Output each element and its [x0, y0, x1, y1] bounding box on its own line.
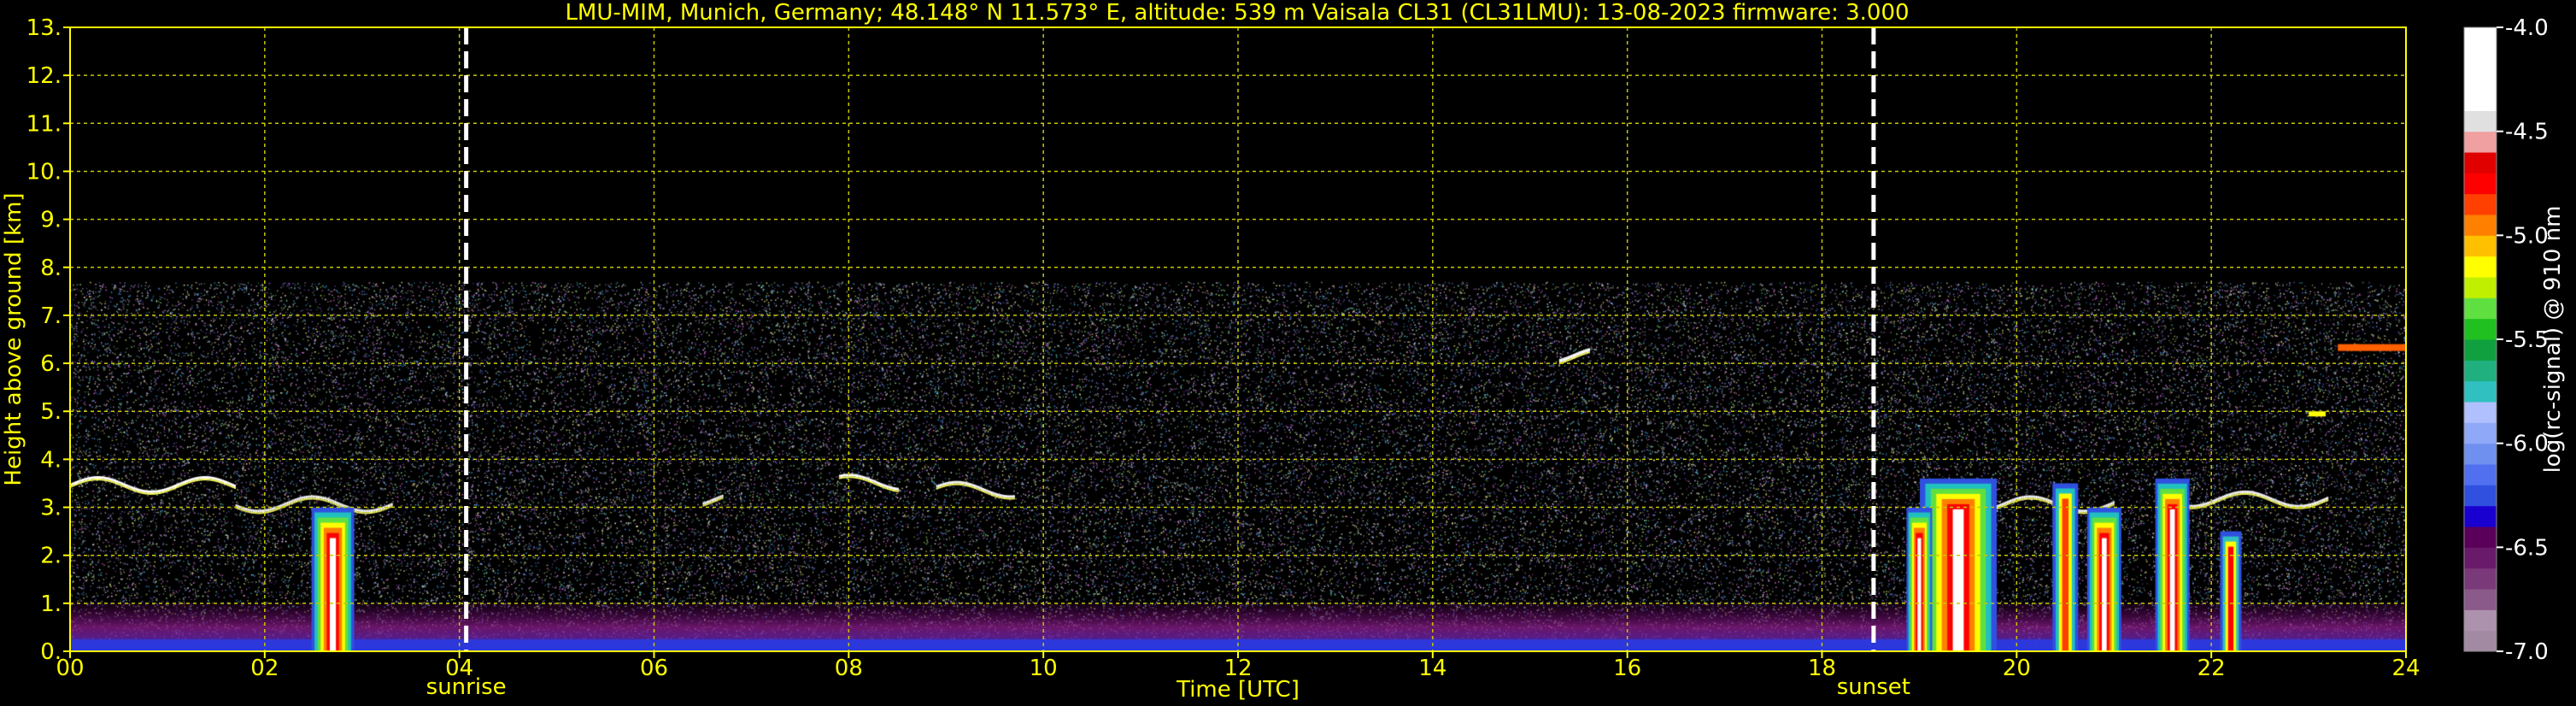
y-tick-label: 7. — [40, 303, 62, 329]
colorbar-swatch — [2464, 609, 2497, 632]
colorbar-swatch — [2464, 547, 2497, 569]
colorbar-swatch — [2464, 235, 2497, 257]
colorbar-tick-label: -7.0 — [2505, 639, 2549, 665]
x-axis-label: Time [UTC] — [1176, 677, 1300, 703]
y-tick-label: 8. — [40, 256, 62, 281]
colorbar-swatch — [2464, 464, 2497, 485]
colorbar-label: log(rc-signal) @ 910 nm — [2540, 206, 2566, 474]
colorbar-swatch — [2464, 215, 2497, 236]
x-tick-label: 08 — [835, 656, 863, 681]
colorbar-tick-label: -4.5 — [2505, 120, 2549, 145]
y-tick-label: 13. — [26, 15, 62, 41]
y-tick-label: 0. — [40, 639, 62, 665]
colorbar-swatch — [2464, 380, 2497, 403]
colorbar-swatch — [2464, 443, 2497, 465]
y-tick-label: 12. — [26, 63, 62, 89]
colorbar: -4.0-4.5-5.0-5.5-6.0-6.5-7.0 — [2463, 15, 2549, 665]
backscatter-layer — [70, 27, 2406, 651]
colorbar-swatch — [2464, 318, 2497, 340]
y-tick-label: 11. — [26, 111, 62, 137]
y-tick-label: 9. — [40, 208, 62, 233]
colorbar-swatch — [2464, 589, 2497, 610]
colorbar-swatch — [2464, 27, 2497, 49]
x-tick-label: 22 — [2198, 656, 2226, 681]
ceilometer-chart: LMU-MIM, Munich, Germany; 48.148° N 11.5… — [1, 0, 2566, 703]
colorbar-swatch — [2464, 339, 2497, 361]
backscatter-image — [70, 27, 2406, 651]
y-tick-label: 3. — [40, 496, 62, 521]
x-tick-label: 24 — [2391, 656, 2420, 681]
x-tick-label: 18 — [1808, 656, 1836, 681]
colorbar-swatch — [2464, 568, 2497, 590]
x-tick-label: 04 — [445, 656, 473, 681]
colorbar-swatch — [2464, 485, 2497, 507]
x-tick-label: 06 — [640, 656, 668, 681]
colorbar-swatch — [2464, 256, 2497, 278]
colorbar-swatch — [2464, 505, 2497, 527]
colorbar-swatch — [2464, 402, 2497, 423]
x-tick-label: 02 — [250, 656, 279, 681]
colorbar-swatch — [2464, 422, 2497, 444]
colorbar-swatch — [2464, 277, 2497, 298]
colorbar-swatch — [2464, 131, 2497, 153]
colorbar-swatch — [2464, 68, 2497, 91]
y-tick-label: 6. — [40, 351, 62, 377]
x-tick-label: 16 — [1613, 656, 1641, 681]
colorbar-tick-label: -4.0 — [2505, 15, 2549, 41]
chart-title: LMU-MIM, Munich, Germany; 48.148° N 11.5… — [565, 0, 1909, 26]
colorbar-swatch — [2464, 527, 2497, 548]
y-axis-label: Height above ground [km] — [1, 192, 26, 485]
colorbar-swatch — [2464, 360, 2497, 382]
sunset-label: sunset — [1837, 674, 1910, 700]
colorbar-tick-label: -6.5 — [2505, 535, 2549, 561]
y-tick-label: 2. — [40, 544, 62, 569]
colorbar-swatch — [2464, 297, 2497, 320]
colorbar-swatch — [2464, 173, 2497, 195]
colorbar-swatch — [2464, 152, 2497, 174]
colorbar-swatch — [2464, 48, 2497, 70]
colorbar-swatch — [2464, 110, 2497, 132]
colorbar-swatch — [2464, 630, 2497, 652]
colorbar-swatch — [2464, 90, 2497, 111]
y-tick-label: 5. — [40, 399, 62, 425]
x-tick-label: 10 — [1030, 656, 1058, 681]
y-tick-label: 1. — [40, 591, 62, 617]
x-tick-label: 14 — [1418, 656, 1446, 681]
y-tick-label: 10. — [26, 159, 62, 185]
y-tick-label: 4. — [40, 447, 62, 473]
colorbar-swatch — [2464, 193, 2497, 215]
x-tick-label: 20 — [2003, 656, 2031, 681]
